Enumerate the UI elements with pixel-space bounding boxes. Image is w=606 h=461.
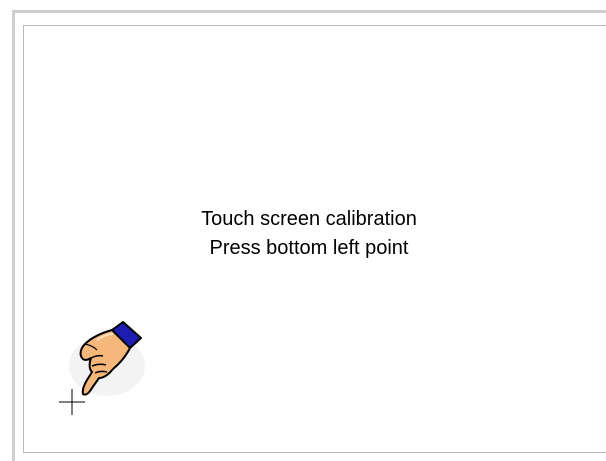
calibration-title: Touch screen calibration [201, 208, 417, 230]
calibration-message: Touch screen calibration Press bottom le… [24, 205, 594, 263]
frame-top-border [12, 10, 606, 13]
frame-left-border [12, 10, 15, 461]
calibration-window: Touch screen calibration Press bottom le… [0, 0, 606, 461]
calibration-instruction: Press bottom left point [209, 237, 409, 259]
crosshair-icon[interactable] [58, 388, 86, 416]
